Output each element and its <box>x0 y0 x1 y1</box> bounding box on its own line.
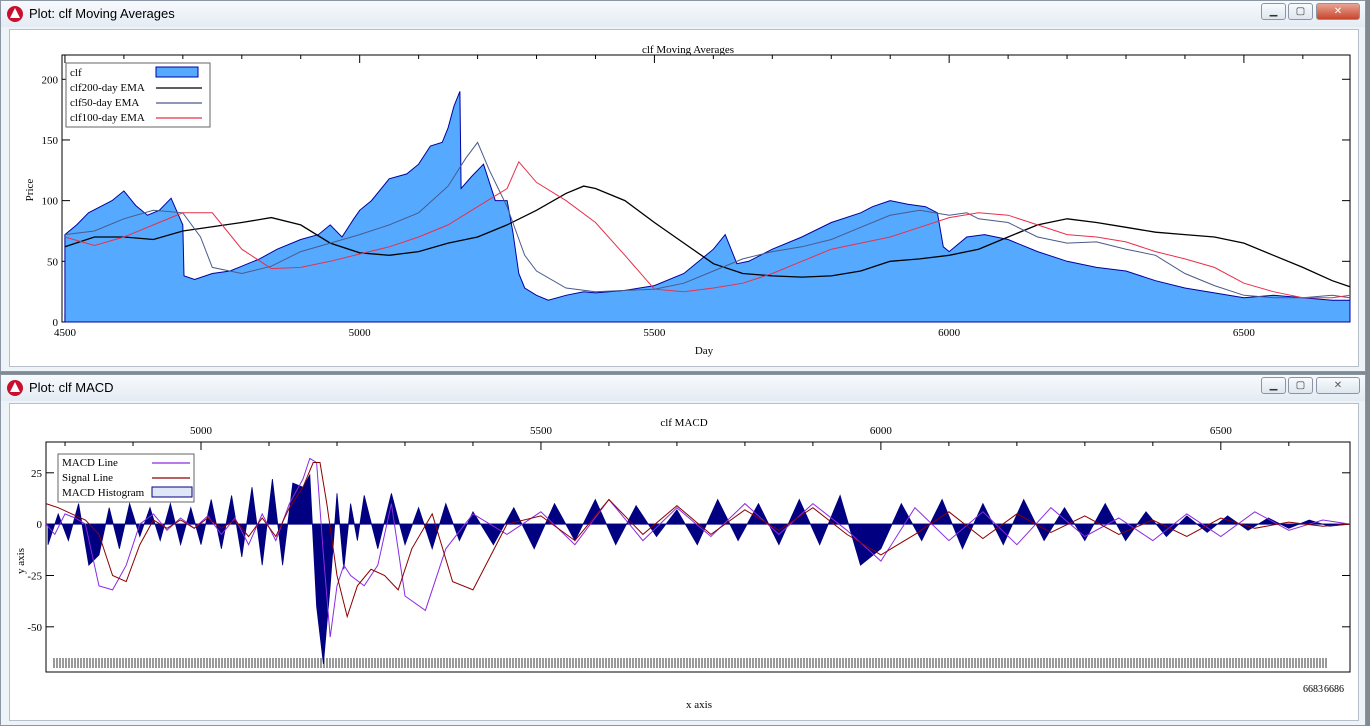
legend-label: clf <box>70 67 82 79</box>
macd-histogram <box>47 473 1351 664</box>
y-tick-label: 50 <box>47 256 59 268</box>
minimize-button[interactable]: ▁ <box>1261 3 1286 20</box>
x-tick-label: 6000 <box>938 327 961 339</box>
x-tick-label: 5000 <box>349 327 372 339</box>
window-title: Plot: clf MACD <box>29 380 114 395</box>
maximize-button[interactable]: ▢ <box>1288 3 1313 20</box>
x-tick-label: 5500 <box>530 425 553 437</box>
plot-canvas: clf MACD x axis y axis 5000 5500 6000 6500 -… <box>9 403 1359 721</box>
app-icon <box>7 380 23 396</box>
x-axis-label: x axis <box>686 699 712 711</box>
bottom-tick-band <box>53 658 1327 668</box>
y-tick-label: -50 <box>27 622 42 634</box>
x-tick-label: 6500 <box>1210 425 1233 437</box>
maximize-button[interactable]: ▢ <box>1288 377 1313 394</box>
x-axis-label: Day <box>695 345 714 357</box>
bottom-tick-label: 6686 <box>1324 684 1344 695</box>
legend: clf clf200-day EMA clf50-day EMA clf100-day… <box>65 62 211 128</box>
legend-label: MACD Line <box>62 457 118 469</box>
moving-averages-chart: clf Moving Averages Day Price 4500 5000 55… <box>24 44 1351 357</box>
titlebar[interactable]: Plot: clf MACD ▁ ▢ ✕ <box>1 375 1365 401</box>
chart-title: clf Moving Averages <box>642 44 734 56</box>
y-tick-label: 200 <box>42 74 59 86</box>
y-tick-label: 100 <box>42 196 59 208</box>
minimize-button[interactable]: ▁ <box>1261 377 1286 394</box>
y-tick-label: 0 <box>37 519 43 531</box>
legend-swatch <box>151 486 193 498</box>
close-button[interactable]: ✕ <box>1316 377 1360 394</box>
moving-averages-window: Plot: clf Moving Averages ▁ ▢ ✕ clf Movi… <box>0 0 1366 372</box>
app-icon <box>7 6 23 22</box>
y-axis-label: Price <box>24 179 36 202</box>
legend-label: MACD Histogram <box>62 487 145 499</box>
plot-canvas: clf Moving Averages Day Price 4500 5000 55… <box>9 29 1359 367</box>
titlebar[interactable]: Plot: clf Moving Averages ▁ ▢ ✕ <box>1 1 1365 27</box>
x-tick-label: 6000 <box>870 425 893 437</box>
legend-label: clf100-day EMA <box>70 112 145 124</box>
legend: MACD Line Signal Line MACD Histogram <box>57 453 195 503</box>
macd-window: Plot: clf MACD ▁ ▢ ✕ clf MACD x axis y a… <box>0 374 1366 726</box>
y-tick-label: 0 <box>53 317 59 329</box>
window-title: Plot: clf Moving Averages <box>29 6 175 21</box>
x-tick-label: 5500 <box>643 327 666 339</box>
macd-chart: clf MACD x axis y axis 5000 5500 6000 6500 -… <box>15 417 1351 711</box>
y-tick-label: -25 <box>27 570 42 582</box>
y-axis-label: y axis <box>15 548 27 574</box>
y-tick-label: 150 <box>42 135 59 147</box>
legend-label: Signal Line <box>62 472 113 484</box>
legend-swatch <box>155 66 199 78</box>
legend-label: clf200-day EMA <box>70 82 145 94</box>
chart-title: clf MACD <box>660 417 707 429</box>
clf-price-area <box>64 91 1351 323</box>
legend-label: clf50-day EMA <box>70 97 139 109</box>
bottom-tick-label: 6683 <box>1303 684 1323 695</box>
y-tick-label: 25 <box>31 468 43 480</box>
x-tick-label: 6500 <box>1233 327 1256 339</box>
x-tick-label: 5000 <box>190 425 213 437</box>
close-button[interactable]: ✕ <box>1316 3 1360 20</box>
